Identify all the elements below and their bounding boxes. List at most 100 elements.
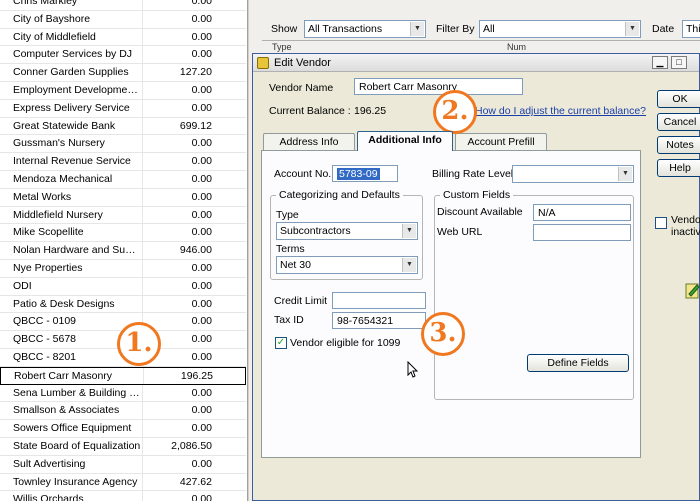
vendor-row[interactable]: Sena Lumber & Building M... 0.00 — [0, 384, 246, 403]
show-label: Show — [271, 23, 298, 35]
vendor-name: Chris Markley — [13, 0, 78, 7]
vendor-balance: 0.00 — [191, 173, 212, 185]
vendor-name: Middlefield Nursery — [13, 208, 103, 221]
minimize-icon[interactable]: ▁ — [652, 56, 668, 69]
vendor-balance: 0.00 — [191, 137, 212, 150]
account-no-label: Account No. — [274, 168, 332, 180]
column-type: Type — [272, 42, 292, 52]
vendor-balance: 0.00 — [191, 315, 212, 328]
vendor-row[interactable]: City of Middlefield 0.00 — [0, 28, 246, 47]
vendor-balance: 0.00 — [191, 404, 212, 417]
chevron-down-icon: ▼ — [625, 22, 639, 36]
vendor-name: Nolan Hardware and Suppl... — [13, 244, 141, 257]
maximize-icon[interactable]: □ — [671, 56, 687, 69]
vendor-row[interactable]: Mendoza Mechanical 0.00 — [0, 171, 246, 189]
vendor-balance: 699.12 — [179, 119, 212, 132]
vendor-row[interactable]: Chris Markley 0.00 — [0, 0, 246, 11]
vendor-row[interactable]: Computer Services by DJ 0.00 — [0, 46, 246, 65]
vendor-name: Employment Development ... — [13, 84, 141, 96]
show-value: All Transactions — [308, 23, 383, 35]
vendor-balance: 0.00 — [191, 422, 212, 435]
notes-button[interactable]: Notes — [657, 136, 700, 154]
ok-button[interactable]: OK — [657, 90, 700, 108]
tax-id-label: Tax ID — [274, 314, 304, 326]
terms-label: Terms — [276, 243, 305, 255]
tab-additional-info[interactable]: Additional Info — [357, 131, 453, 151]
vendor-row[interactable]: State Board of Equalization 2,086.50 — [0, 438, 246, 456]
web-url-input[interactable] — [533, 224, 631, 241]
vendor-inactive-checkbox[interactable] — [655, 217, 667, 229]
callout-3: 3. — [421, 312, 465, 356]
vendor-balance: 0.00 — [191, 297, 212, 310]
vendor-name: City of Bayshore — [13, 12, 91, 25]
vendor-row[interactable]: Patio & Desk Designs 0.00 — [0, 295, 246, 314]
vendor-inactive-label-2: inactive — [671, 226, 700, 238]
transactions-header: Type Num — [262, 40, 700, 52]
mouse-cursor-icon — [407, 361, 419, 378]
vendor-balance: 0.00 — [191, 208, 212, 221]
vendor-row[interactable]: Nolan Hardware and Suppl... 946.00 — [0, 242, 246, 260]
vendor-row[interactable]: Robert Carr Masonry 196.25 — [0, 366, 246, 385]
vendor-row[interactable]: Nye Properties 0.00 — [0, 260, 246, 278]
vendor-row[interactable]: Sowers Office Equipment 0.00 — [0, 420, 246, 438]
cancel-button[interactable]: Cancel — [657, 113, 700, 131]
vendor-balance: 0.00 — [191, 279, 212, 292]
terms-value: Net 30 — [280, 259, 311, 271]
help-button[interactable]: Help — [657, 159, 700, 177]
filter-dropdown[interactable]: All ▼ — [479, 20, 641, 38]
vendor-row[interactable]: Metal Works 0.00 — [0, 188, 246, 207]
vendor-balance: 0.00 — [191, 12, 212, 25]
vendor-name: Townley Insurance Agency — [13, 475, 138, 488]
tab-account-prefill[interactable]: Account Prefill — [455, 133, 547, 150]
vendor-row[interactable]: Sult Advertising 0.00 — [0, 455, 246, 474]
dialog-titlebar[interactable]: Edit Vendor ▁ □ — [253, 54, 699, 72]
account-no-input[interactable]: 5783-09 — [332, 165, 398, 182]
chevron-down-icon: ▼ — [402, 258, 416, 272]
vendor-list[interactable]: Chris Markley 0.00 City of Bayshore 0.00 Cit… — [0, 0, 248, 501]
vendor-row[interactable]: Smallson & Associates 0.00 — [0, 402, 246, 421]
eligible-1099-label: Vendor eligible for 1099 — [290, 337, 401, 349]
discount-available-input[interactable]: N/A — [533, 204, 631, 221]
date-dropdown[interactable]: This — [682, 20, 700, 38]
chevron-down-icon: ▼ — [410, 22, 424, 36]
credit-limit-label: Credit Limit — [274, 295, 328, 307]
credit-limit-input[interactable] — [332, 292, 426, 309]
eligible-1099-checkbox[interactable]: ✓ — [275, 337, 287, 349]
vendor-row[interactable]: Mike Scopellite 0.00 — [0, 224, 246, 243]
vendor-row[interactable]: City of Bayshore 0.00 — [0, 10, 246, 29]
type-dropdown[interactable]: Subcontractors ▼ — [276, 222, 418, 240]
vendor-row[interactable]: Employment Development ... 0.00 — [0, 82, 246, 100]
vendor-row[interactable]: Internal Revenue Service 0.00 — [0, 153, 246, 171]
vendor-name: Gussman's Nursery — [13, 137, 105, 150]
current-balance-value: 196.25 — [354, 105, 387, 117]
vendor-row[interactable]: Middlefield Nursery 0.00 — [0, 206, 246, 225]
vendor-balance: 0.00 — [191, 0, 212, 7]
filter-label: Filter By — [436, 23, 475, 35]
callout-1: 1. — [117, 322, 161, 366]
tax-id-input[interactable]: 98-7654321 — [332, 312, 426, 329]
vendor-name: Mike Scopellite — [13, 226, 84, 239]
billing-rate-dropdown[interactable]: ▼ — [512, 165, 634, 183]
discount-available-label: Discount Available — [437, 206, 523, 218]
vendor-balance: 2,086.50 — [171, 440, 212, 452]
vendor-name: Patio & Desk Designs — [13, 297, 115, 310]
vendor-row[interactable]: Conner Garden Supplies 127.20 — [0, 64, 246, 82]
show-dropdown[interactable]: All Transactions ▼ — [304, 20, 426, 38]
vendor-row[interactable]: Express Delivery Service 0.00 — [0, 99, 246, 118]
vendor-row[interactable]: Gussman's Nursery 0.00 — [0, 135, 246, 154]
vendor-name-input[interactable]: Robert Carr Masonry — [354, 78, 523, 95]
type-label: Type — [276, 209, 299, 221]
vendor-balance: 196.25 — [180, 369, 213, 382]
filter-value: All — [483, 23, 495, 35]
vendor-balance: 127.20 — [179, 66, 212, 79]
terms-dropdown[interactable]: Net 30 ▼ — [276, 256, 418, 274]
vendor-row[interactable]: Willis Orchards 0.00 — [0, 491, 246, 501]
vendor-name: State Board of Equalization — [13, 440, 141, 452]
define-fields-button[interactable]: Define Fields — [527, 354, 629, 372]
vendor-row[interactable]: Great Statewide Bank 699.12 — [0, 117, 246, 136]
tab-address-info[interactable]: Address Info — [263, 133, 355, 150]
dialog-title: Edit Vendor — [274, 57, 331, 69]
vendor-row[interactable]: Townley Insurance Agency 427.62 — [0, 473, 246, 492]
vendor-row[interactable]: ODI 0.00 — [0, 277, 246, 296]
adjust-balance-link[interactable]: How do I adjust the current balance? — [475, 105, 646, 117]
